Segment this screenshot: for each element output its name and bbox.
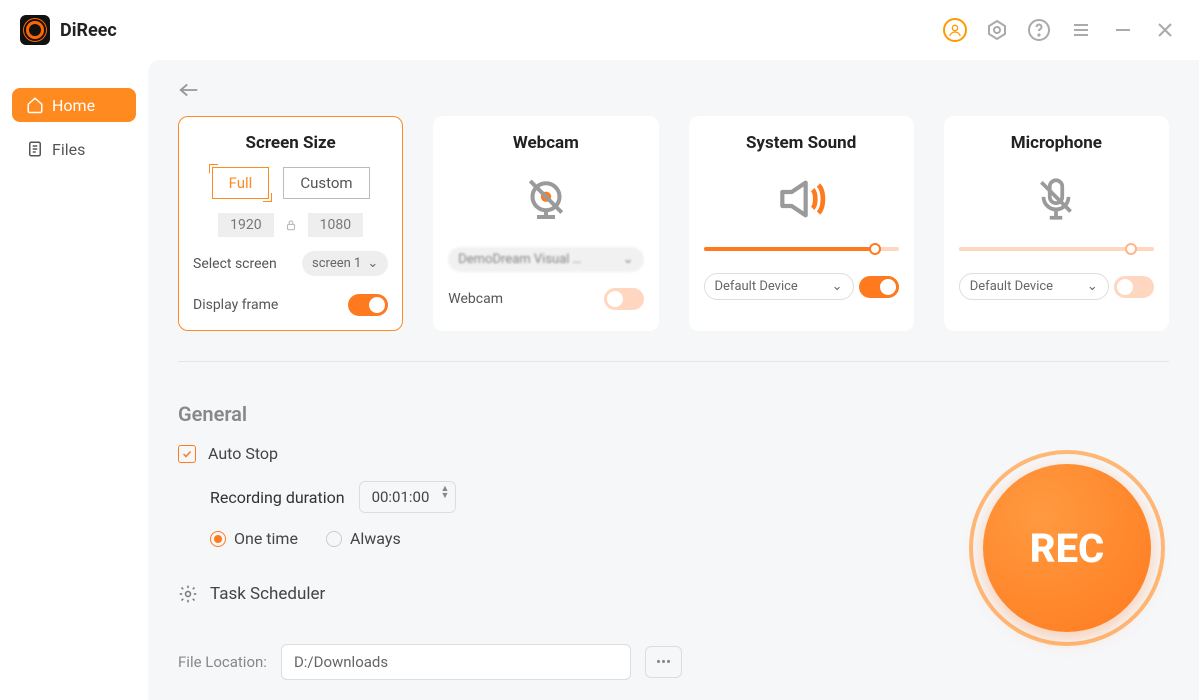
sound-slider[interactable]: [704, 247, 899, 251]
task-label: Task Scheduler: [210, 584, 325, 604]
webcam-device-select[interactable]: DemoDream Visual … ⌄: [448, 247, 643, 272]
spinner-icon[interactable]: ▲▼: [441, 486, 450, 500]
app-logo: [20, 15, 50, 45]
lock-icon[interactable]: [284, 218, 298, 232]
settings-icon[interactable]: [983, 16, 1011, 44]
webcam-off-icon: [448, 167, 643, 231]
sidebar-home-label: Home: [52, 96, 95, 115]
autostop-label: Auto Stop: [208, 444, 278, 463]
chevron-down-icon: ⌄: [832, 279, 843, 294]
menu-icon[interactable]: [1067, 16, 1095, 44]
minimize-icon[interactable]: [1109, 16, 1137, 44]
webcam-title: Webcam: [448, 133, 643, 153]
chevron-down-icon: ⌄: [1087, 279, 1098, 294]
autostop-checkbox[interactable]: [178, 445, 196, 463]
mic-device-select[interactable]: Default Device ⌄: [959, 273, 1109, 300]
display-frame-label: Display frame: [193, 297, 278, 313]
location-label: File Location:: [178, 653, 267, 671]
sound-toggle[interactable]: [859, 276, 899, 298]
full-tab[interactable]: Full: [212, 167, 270, 199]
microphone-card: Microphone Default Device ⌄: [944, 116, 1169, 331]
custom-tab[interactable]: Custom: [283, 167, 369, 199]
display-frame-toggle[interactable]: [348, 294, 388, 316]
duration-input[interactable]: 00:01:00 ▲▼: [359, 481, 457, 513]
chevron-down-icon: ⌄: [367, 256, 378, 271]
location-browse-button[interactable]: •••: [645, 646, 682, 678]
help-icon[interactable]: [1025, 16, 1053, 44]
screen-title: Screen Size: [193, 133, 388, 153]
sound-device-select[interactable]: Default Device ⌄: [704, 273, 854, 300]
close-icon[interactable]: [1151, 16, 1179, 44]
location-input[interactable]: D:/Downloads: [281, 644, 631, 680]
sidebar-item-files[interactable]: Files: [12, 132, 136, 166]
onetime-radio[interactable]: One time: [210, 529, 298, 548]
gear-icon: [178, 584, 198, 604]
screen-size-card: Screen Size Full Custom 1920 1080 Select…: [178, 116, 403, 331]
webcam-card: Webcam DemoDream Visual … ⌄ Webcam: [433, 116, 658, 331]
system-sound-card: System Sound Default Device ⌄: [689, 116, 914, 331]
select-screen-label: Select screen: [193, 256, 277, 272]
sidebar-files-label: Files: [52, 140, 85, 159]
chevron-down-icon: ⌄: [623, 252, 634, 267]
mic-title: Microphone: [959, 133, 1154, 153]
sound-title: System Sound: [704, 133, 899, 153]
sidebar-item-home[interactable]: Home: [12, 88, 136, 122]
back-button[interactable]: [178, 82, 1169, 102]
always-radio[interactable]: Always: [326, 529, 401, 548]
app-name: DiReec: [60, 20, 117, 41]
webcam-label: Webcam: [448, 291, 503, 307]
width-value[interactable]: 1920: [218, 213, 273, 237]
account-icon[interactable]: [941, 16, 969, 44]
mic-slider[interactable]: [959, 247, 1154, 251]
screen-select[interactable]: screen 1 ⌄: [302, 251, 388, 276]
record-label: REC: [983, 464, 1151, 632]
height-value[interactable]: 1080: [308, 213, 363, 237]
general-title: General: [178, 402, 1169, 426]
mic-toggle[interactable]: [1114, 276, 1154, 298]
record-button[interactable]: REC: [969, 450, 1165, 646]
speaker-icon: [704, 167, 899, 231]
mic-off-icon: [959, 167, 1154, 231]
webcam-toggle[interactable]: [604, 288, 644, 310]
duration-label: Recording duration: [210, 488, 345, 507]
